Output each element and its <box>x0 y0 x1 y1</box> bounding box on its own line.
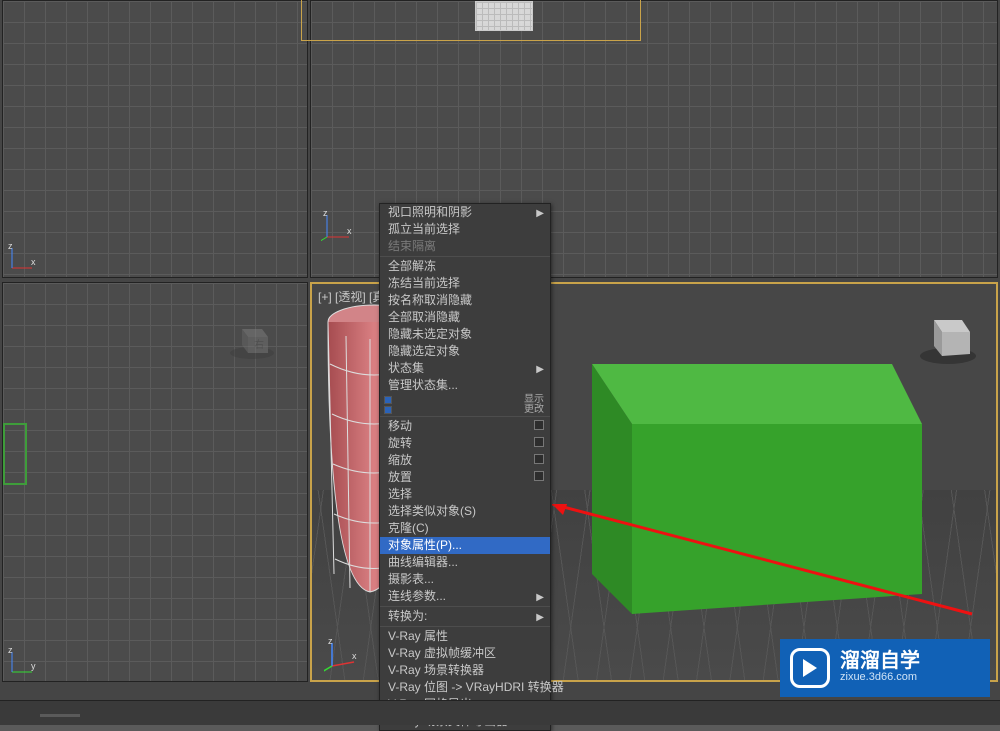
menu-item[interactable]: 状态集▶ <box>380 360 550 377</box>
menu-item[interactable]: 隐藏未选定对象 <box>380 326 550 343</box>
viewport-label[interactable]: [+] [透视] [真 <box>318 288 384 305</box>
object-panel <box>475 1 533 31</box>
menu-item[interactable]: V-Ray 虚拟帧缓冲区 <box>380 645 550 662</box>
svg-text:z: z <box>323 209 328 218</box>
menu-item[interactable]: 转换为:▶ <box>380 608 550 625</box>
menu-item[interactable]: V-Ray 场景转换器 <box>380 662 550 679</box>
scene-box[interactable] <box>552 364 922 614</box>
menu-color-tags[interactable]: 显示 <box>384 396 546 404</box>
svg-text:z: z <box>8 243 13 251</box>
menu-item[interactable]: 隐藏选定对象 <box>380 343 550 360</box>
axis-gizmo: xz <box>7 243 37 273</box>
menu-color-tags[interactable]: 更改 <box>384 406 546 414</box>
menu-item[interactable]: 连线参数...▶ <box>380 588 550 605</box>
menu-item[interactable]: 选择 <box>380 486 550 503</box>
axis-gizmo: yz <box>7 647 37 677</box>
menu-item[interactable]: 冻结当前选择 <box>380 275 550 292</box>
view-cube[interactable] <box>918 306 978 366</box>
watermark-logo-icon <box>790 648 830 688</box>
menu-item[interactable]: 选择类似对象(S) <box>380 503 550 520</box>
menu-item[interactable]: 全部解冻 <box>380 258 550 275</box>
svg-text:右: 右 <box>254 338 264 351</box>
view-cube[interactable]: 右 <box>228 313 276 361</box>
menu-item[interactable]: 缩放 <box>380 452 550 469</box>
menu-item[interactable]: 旋转 <box>380 435 550 452</box>
menu-item[interactable]: 管理状态集... <box>380 377 550 394</box>
watermark: 溜溜自学 zixue.3d66.com <box>780 639 990 697</box>
svg-text:x: x <box>31 257 36 267</box>
status-bar <box>0 700 1000 725</box>
menu-item[interactable]: 摄影表... <box>380 571 550 588</box>
axis-gizmo: xz <box>321 209 351 239</box>
menu-item[interactable]: 孤立当前选择 <box>380 221 550 238</box>
axis-gizmo: xz <box>324 638 354 668</box>
menu-item[interactable]: 全部取消隐藏 <box>380 309 550 326</box>
svg-text:z: z <box>328 638 333 646</box>
menu-item[interactable]: 曲线编辑器... <box>380 554 550 571</box>
camera-frame <box>301 0 641 41</box>
viewport-bottom-left[interactable]: 右 yz <box>2 282 308 682</box>
menu-item[interactable]: 克隆(C) <box>380 520 550 537</box>
svg-text:x: x <box>347 226 352 236</box>
menu-item: 结束隔离 <box>380 238 550 255</box>
svg-text:y: y <box>31 661 36 671</box>
svg-text:x: x <box>352 651 357 661</box>
menu-item[interactable]: 按名称取消隐藏 <box>380 292 550 309</box>
menu-item[interactable]: V-Ray 位图 -> VRayHDRI 转换器 <box>380 679 550 696</box>
menu-item[interactable]: 移动 <box>380 418 550 435</box>
object-outline <box>3 423 27 485</box>
menu-item[interactable]: 视口照明和阴影▶ <box>380 204 550 221</box>
svg-text:z: z <box>8 647 13 655</box>
context-menu: 视口照明和阴影▶孤立当前选择结束隔离全部解冻冻结当前选择按名称取消隐藏全部取消隐… <box>379 203 551 731</box>
watermark-title: 溜溜自学 <box>840 651 920 671</box>
menu-item[interactable]: 对象属性(P)... <box>380 537 550 554</box>
watermark-sub: zixue.3d66.com <box>840 671 920 684</box>
menu-item[interactable]: V-Ray 属性 <box>380 628 550 645</box>
menu-item[interactable]: 放置 <box>380 469 550 486</box>
viewport-top-left[interactable]: xz <box>2 0 308 278</box>
